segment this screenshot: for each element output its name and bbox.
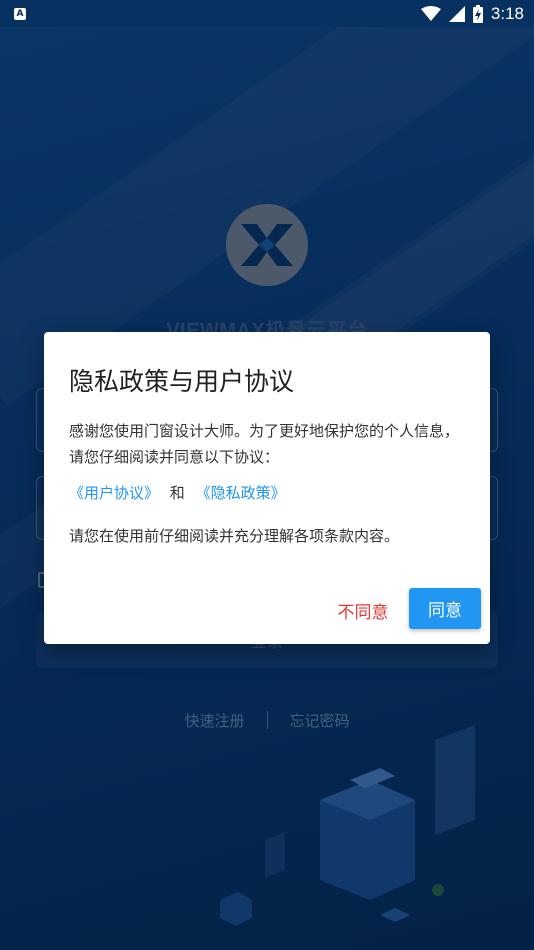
agree-button[interactable]: 同意 — [409, 588, 481, 629]
disagree-button[interactable]: 不同意 — [331, 590, 395, 630]
signal-icon — [448, 5, 465, 22]
agreement-links: 《用户协议》 和 《隐私政策》 — [69, 482, 286, 503]
battery-charging-icon — [472, 4, 483, 23]
dialog-note: 请您在使用前仔细阅读并充分理解各项条款内容。 — [69, 527, 400, 545]
privacy-dialog: 隐私政策与用户协议 感谢您使用门窗设计大师。为了更好地保护您的个人信息，请您仔细… — [44, 332, 490, 644]
conjunction-text: 和 — [169, 484, 185, 502]
dialog-body: 感谢您使用门窗设计大师。为了更好地保护您的个人信息，请您仔细阅读并同意以下协议： — [69, 422, 460, 466]
status-bar: A 3:18 — [0, 0, 534, 27]
status-time: 3:18 — [490, 3, 524, 23]
user-agreement-link[interactable]: 《用户协议》 — [69, 484, 159, 502]
notification-icon: A — [14, 7, 26, 20]
dialog-title: 隐私政策与用户协议 — [69, 367, 295, 396]
wifi-icon — [420, 5, 441, 21]
privacy-policy-link[interactable]: 《隐私政策》 — [196, 484, 286, 502]
